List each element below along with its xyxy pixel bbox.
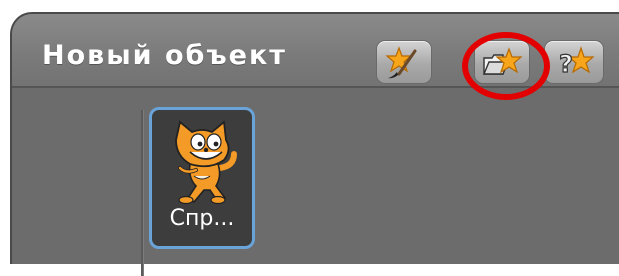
scratch-sprites-window: Новый объект ? Спр... xyxy=(0,0,619,276)
sprite-name-label: Спр... xyxy=(169,206,235,231)
new-sprite-title: Новый объект xyxy=(42,40,287,71)
choose-sprite-from-file-button[interactable] xyxy=(474,40,530,84)
sprite-list-divider xyxy=(141,110,143,276)
sprite-thumbnail-selected[interactable]: Спр... xyxy=(149,107,255,249)
paint-new-sprite-button[interactable] xyxy=(376,40,432,84)
surprise-sprite-button[interactable]: ? xyxy=(544,40,604,84)
choose-sprite-from-file-icon xyxy=(482,47,523,75)
surprise-sprite-icon: ? xyxy=(558,46,595,79)
paint-new-sprite-icon xyxy=(385,46,417,79)
svg-text:?: ? xyxy=(559,50,573,78)
new-sprite-panel: Новый объект ? xyxy=(10,12,619,276)
scratch-cat-icon xyxy=(175,120,237,205)
new-sprite-header: Новый объект ? xyxy=(12,14,619,100)
